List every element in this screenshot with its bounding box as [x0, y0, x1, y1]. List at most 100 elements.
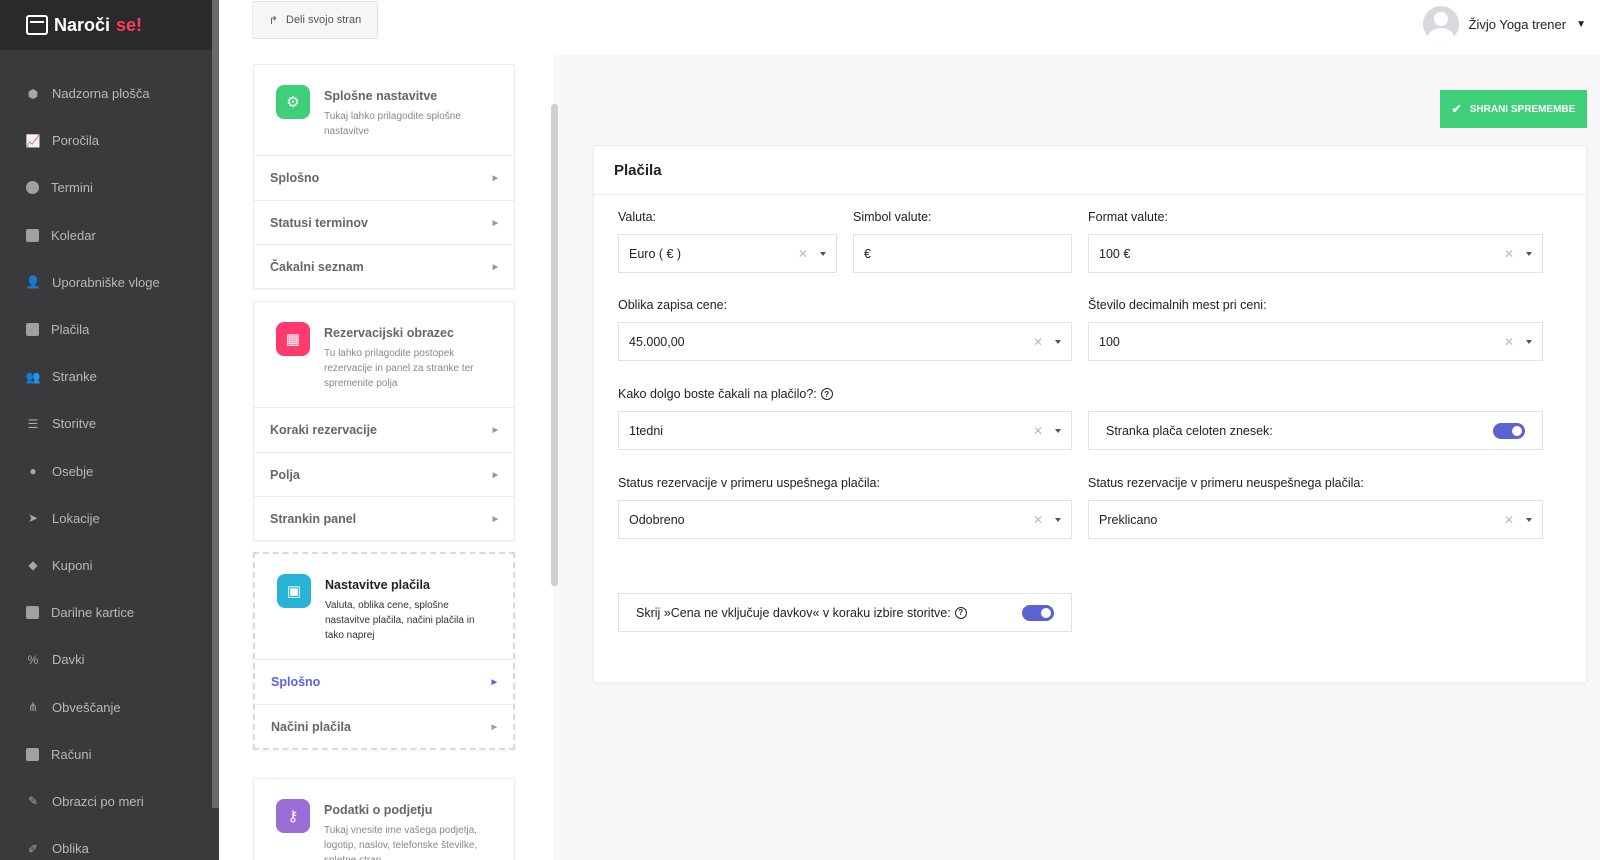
nav-item-staff[interactable]: ● Osebje	[0, 448, 219, 495]
price-format-select[interactable]: 45.000,00 ✕	[618, 322, 1072, 361]
user-plus-icon: 👤	[25, 275, 41, 290]
settings-scrollbar[interactable]	[551, 104, 558, 586]
magic-icon: ✎	[27, 794, 39, 809]
card-description: Valuta, oblika cene, splošne nastavitve …	[325, 600, 475, 641]
card-header[interactable]: ▣ Nastavitve plačila Valuta, oblika cene…	[255, 554, 513, 660]
card-description: Tu lahko prilagodite postopek rezervacij…	[324, 348, 474, 389]
field-label: Valuta:	[618, 210, 656, 224]
settings-card-company: ⚷ Podatki o podjetju Tukaj vnesite ime v…	[253, 778, 515, 860]
status-success-select[interactable]: Odobreno ✕	[618, 500, 1072, 539]
nav-item-dashboard[interactable]: ⬢ Nadzorna plošča	[0, 70, 219, 117]
card-title: Rezervacijski obrazec	[324, 326, 454, 340]
nav-item-locations[interactable]: ➤ Lokacije	[0, 495, 219, 542]
full-amount-setting: Stranka plača celoten znesek:	[1088, 411, 1543, 450]
user-name: Živjo Yoga trener	[1468, 16, 1567, 32]
clear-icon[interactable]: ✕	[798, 247, 808, 261]
nav-item-appearance[interactable]: ✐ Oblika	[0, 825, 219, 860]
clear-icon[interactable]: ✕	[1033, 335, 1043, 349]
clear-icon[interactable]: ✕	[1504, 335, 1514, 349]
nav-item-reports[interactable]: 📈 Poročila	[0, 117, 219, 164]
nav-item-payments[interactable]: Plačila	[0, 306, 219, 353]
sidebar-scrollbar[interactable]	[212, 0, 219, 808]
settings-card-general: ⚙ Splošne nastavitve Tukaj lahko prilago…	[253, 64, 515, 289]
card-icon	[26, 323, 39, 337]
share-page-button[interactable]: ↱ Deli svojo stran	[252, 1, 378, 39]
price-decimals-select[interactable]: 100 ✕	[1088, 322, 1543, 361]
nav-item-services[interactable]: ☰ Storitve	[0, 400, 219, 447]
payment-wait-select[interactable]: 1tedni ✕	[618, 411, 1072, 450]
status-fail-select[interactable]: Preklicano ✕	[1088, 500, 1543, 539]
currency-symbol-input[interactable]: €	[853, 234, 1072, 273]
nav-item-appointments[interactable]: Termini	[0, 164, 219, 211]
save-label: SHRANI SPREMEMBE	[1469, 103, 1576, 115]
nav-item-user-roles[interactable]: 👤 Uporabniške vloge	[0, 259, 219, 306]
clear-icon[interactable]: ✕	[1504, 247, 1514, 261]
card-title: Nastavitve plačila	[325, 578, 430, 592]
nav-item-customers[interactable]: 👥 Stranke	[0, 353, 219, 400]
status-fail-field: Status rezervacije v primeru neuspešnega…	[1088, 474, 1543, 539]
chevron-down-icon	[1526, 339, 1532, 344]
settings-item-customer-panel[interactable]: Strankin panel ▶	[254, 496, 514, 540]
nav-item-invoices[interactable]: Računi	[0, 731, 219, 778]
card-header[interactable]: ⚙ Splošne nastavitve Tukaj lahko prilago…	[254, 65, 514, 156]
location-arrow-icon: ➤	[27, 511, 39, 526]
nav-item-taxes[interactable]: % Davki	[0, 636, 219, 683]
brand-name: Naroči	[54, 14, 111, 35]
card-header[interactable]: ▦ Rezervacijski obrazec Tu lahko prilago…	[254, 302, 514, 408]
top-header: ↱ Deli svojo stran Živjo Yoga trener ▼	[219, 0, 1600, 55]
currency-format-select[interactable]: 100 € ✕	[1088, 234, 1543, 273]
clock-icon	[26, 181, 39, 195]
card-title: Splošne nastavitve	[324, 89, 438, 103]
caret-right-icon: ▶	[492, 427, 498, 434]
card-title: Podatki o podjetju	[324, 803, 433, 817]
cube-icon: ⬢	[27, 86, 39, 101]
nav-label: Stranke	[52, 369, 97, 385]
full-amount-toggle[interactable]	[1493, 422, 1525, 439]
select-value: 1tedni	[629, 423, 664, 438]
gear-icon: ⚙	[276, 85, 310, 119]
card-description: Tukaj lahko prilagodite splošne nastavit…	[324, 111, 461, 137]
hide-tax-note-toggle[interactable]	[1022, 604, 1054, 621]
settings-item-waiting-list[interactable]: Čakalni seznam ▶	[254, 244, 514, 288]
question-icon[interactable]: ?	[820, 388, 833, 400]
currency-select[interactable]: Euro ( € ) ✕	[618, 234, 837, 273]
settings-item-fields[interactable]: Polja ▶	[254, 452, 514, 496]
nav-label: Nadzorna plošča	[52, 86, 150, 102]
nav-item-gift-cards[interactable]: Darilne kartice	[0, 589, 219, 636]
nav-item-custom-forms[interactable]: ✎ Obrazci po meri	[0, 778, 219, 825]
settings-item-payment-general[interactable]: Splošno ▶	[255, 660, 513, 704]
network-icon: ⋔	[27, 700, 39, 715]
nav-item-calendar[interactable]: Koledar	[0, 212, 219, 259]
field-label: Število decimalnih mest pri ceni:	[1088, 298, 1267, 312]
question-icon[interactable]: ?	[954, 606, 967, 619]
settings-item-booking-steps[interactable]: Koraki rezervacije ▶	[254, 408, 514, 452]
user-menu[interactable]: Živjo Yoga trener ▼	[1422, 6, 1586, 42]
main-nav: ⬢ Nadzorna plošča 📈 Poročila Termini Koled…	[0, 50, 219, 860]
person-icon: ●	[29, 464, 37, 479]
settings-item-payment-methods[interactable]: Načini plačila ▶	[255, 704, 513, 748]
status-success-field: Status rezervacije v primeru uspešnega p…	[618, 474, 1072, 539]
page-title: Plačila	[594, 146, 1586, 195]
currency-field: Valuta: Euro ( € ) ✕	[618, 208, 837, 273]
select-value: Odobreno	[629, 512, 685, 527]
settings-item-general[interactable]: Splošno ▶	[254, 156, 514, 200]
brand-logo[interactable]: Naroči se!	[0, 0, 219, 50]
nav-item-notifications[interactable]: ⋔ Obveščanje	[0, 683, 219, 730]
chevron-down-icon	[1055, 339, 1061, 344]
settings-item-appointment-statuses[interactable]: Statusi terminov ▶	[254, 200, 514, 244]
clear-icon[interactable]: ✕	[1504, 513, 1514, 527]
hide-tax-note-setting: Skrij »Cena ne vključuje davkov« v korak…	[618, 593, 1072, 632]
clear-icon[interactable]: ✕	[1033, 513, 1043, 527]
chevron-down-icon	[1526, 251, 1532, 256]
clear-icon[interactable]: ✕	[1033, 424, 1043, 438]
nav-item-coupons[interactable]: ◆ Kuponi	[0, 542, 219, 589]
card-header[interactable]: ⚷ Podatki o podjetju Tukaj vnesite ime v…	[254, 779, 514, 860]
caret-right-icon: ▶	[492, 219, 498, 227]
caret-right-icon: ▶	[492, 263, 498, 271]
nav-label: Računi	[51, 746, 92, 762]
save-changes-button[interactable]: ✔ SHRANI SPREMEMBE	[1440, 90, 1587, 128]
chevron-down-icon: ▼	[1576, 18, 1586, 30]
settings-sidebar: ⚙ Splošne nastavitve Tukaj lahko prilago…	[219, 55, 553, 860]
settings-card-payment: ▣ Nastavitve plačila Valuta, oblika cene…	[253, 552, 515, 750]
brand-accent: se!	[116, 14, 143, 35]
